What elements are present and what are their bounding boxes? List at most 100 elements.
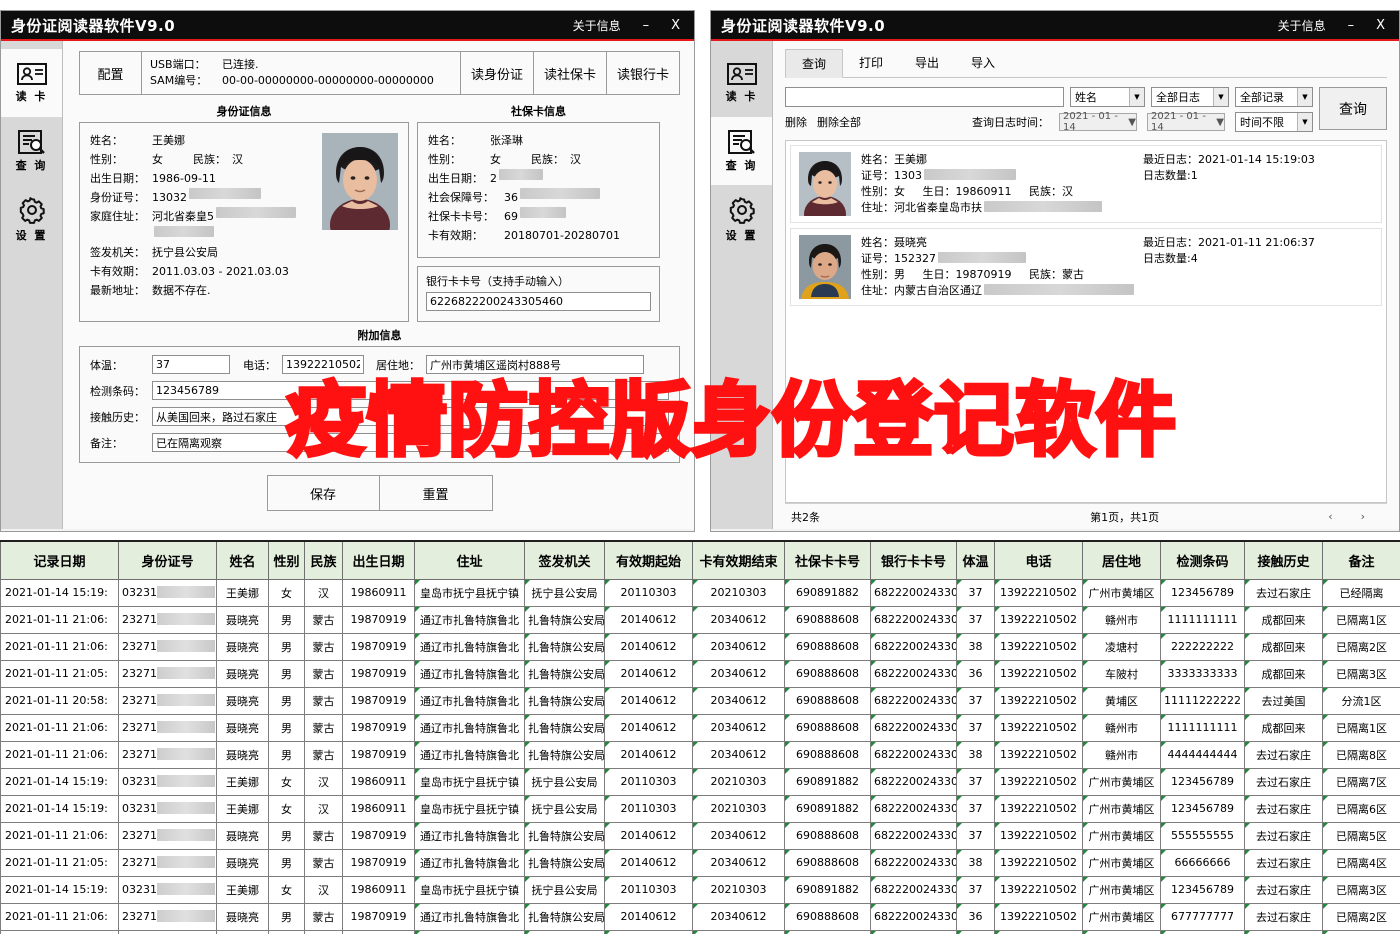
sidebar-item-settings[interactable]: 设 置 (711, 185, 772, 253)
table-header-17[interactable]: 备注 (1323, 541, 1400, 579)
record-filter-combo[interactable]: 全部记录 ▼ (1235, 87, 1313, 107)
table-row[interactable]: 2021-01-11 21:06:23271聂晓亮男蒙古19870919通辽市扎… (1, 606, 1400, 633)
log-filter-combo[interactable]: 全部日志 ▼ (1151, 87, 1229, 107)
id-birth-label: 出生日期： (90, 169, 152, 188)
usb-port-value: 已连接. (222, 57, 259, 73)
table-cell: 聂晓亮 (217, 714, 269, 741)
table-row[interactable]: 2021-01-14 15:19:03231王美娜女汉19860911皇岛市抚宁… (1, 876, 1400, 903)
list-item[interactable]: 姓名：聂晓亮 证号：152327 性别：男 生日：19870919 民族：蒙古 … (790, 228, 1382, 306)
record-list[interactable]: 姓名：王美娜 证号：1303 性别：女 生日：19860911 民族：汉 住址：… (785, 140, 1387, 503)
sidebar-item-read-card[interactable]: 读 卡 (711, 49, 772, 117)
table-row[interactable]: 2021-01-11 21:06:23271聂晓亮男蒙古19870919通辽市扎… (1, 741, 1400, 768)
bank-card-input[interactable] (426, 292, 651, 311)
table-header-15[interactable]: 检测条码 (1161, 541, 1245, 579)
date-to-input[interactable]: 2021 - 01 - 14 ▼ (1147, 113, 1225, 131)
next-page-button[interactable]: › (1361, 510, 1365, 523)
table-row[interactable]: 2021-01-11 21:06:23271聂晓亮男蒙古19870919通辽市扎… (1, 633, 1400, 660)
table-cell: 690891882 (785, 768, 871, 795)
table-row[interactable]: 2021-01-11 21:05:23271聂晓亮男蒙古19870919通辽市扎… (1, 849, 1400, 876)
table-row[interactable]: 2021-01-14 15:19:03231王美娜女汉19860911皇岛市抚宁… (1, 768, 1400, 795)
tab-query[interactable]: 查询 (785, 49, 843, 78)
read-bank-card-button[interactable]: 读银行卡 (606, 52, 679, 94)
table-cell: 2021-01-11 21:06: (1, 714, 119, 741)
table-cell: 2021-01-11 21:05: (1, 930, 119, 934)
close-button[interactable]: X (671, 18, 680, 33)
date-from-input[interactable]: 2021 - 01 - 14 ▼ (1059, 113, 1137, 131)
table-row[interactable]: 2021-01-11 21:05:23271聂晓亮男蒙古19870919通辽市扎… (1, 660, 1400, 687)
table-header-0[interactable]: 记录日期 (1, 541, 119, 579)
rec-sex-value: 男 (894, 268, 905, 281)
table-cell: 37 (957, 606, 995, 633)
about-button[interactable]: 关于信息 (573, 17, 621, 34)
table-row[interactable]: 2021-01-11 21:06:23271聂晓亮男蒙古19870919通辽市扎… (1, 822, 1400, 849)
table-row[interactable]: 2021-01-11 21:06:23271聂晓亮男蒙古19870919通辽市扎… (1, 903, 1400, 930)
phone-input[interactable] (282, 355, 364, 374)
table-cell: 20140612 (605, 687, 693, 714)
window-title: 身份证阅读器软件V9.0 (721, 15, 885, 36)
query-button[interactable]: 查询 (1319, 87, 1387, 130)
table-row[interactable]: 2021-01-11 21:05:23271聂晓亮男蒙古19870919通辽市扎… (1, 930, 1400, 934)
table-header-4[interactable]: 民族 (305, 541, 343, 579)
table-row[interactable]: 2021-01-11 21:06:23271聂晓亮男蒙古19870919通辽市扎… (1, 714, 1400, 741)
table-cell: 690891882 (785, 876, 871, 903)
sidebar-item-query[interactable]: 查 询 (1, 117, 62, 185)
table-row[interactable]: 2021-01-14 15:19:03231王美娜女汉19860911皇岛市抚宁… (1, 579, 1400, 606)
table-cell: 男 (269, 822, 305, 849)
table-row[interactable]: 2021-01-11 20:58:23271聂晓亮男蒙古19870919通辽市扎… (1, 687, 1400, 714)
read-social-card-button[interactable]: 读社保卡 (533, 52, 606, 94)
close-button[interactable]: X (1376, 18, 1385, 33)
table-header-7[interactable]: 签发机关 (525, 541, 605, 579)
tab-print[interactable]: 打印 (843, 49, 899, 77)
id-sex-label: 性别： (90, 150, 152, 169)
sb-birth-value: 2 (490, 169, 497, 188)
table-header-14[interactable]: 居住地 (1083, 541, 1161, 579)
tab-import[interactable]: 导入 (955, 49, 1011, 77)
table-cell: 20340612 (693, 606, 785, 633)
config-button[interactable]: 配置 (80, 52, 142, 94)
table-cell: 蒙古 (305, 741, 343, 768)
read-id-card-button[interactable]: 读身份证 (460, 52, 533, 94)
table-header-10[interactable]: 社保卡卡号 (785, 541, 871, 579)
search-input[interactable] (785, 87, 1064, 107)
table-cell: 通辽市扎鲁特旗鲁北 (415, 930, 525, 934)
sidebar-item-settings[interactable]: 设 置 (1, 185, 62, 253)
about-button[interactable]: 关于信息 (1278, 17, 1326, 34)
time-range-combo[interactable]: 时间不限 ▼ (1235, 112, 1313, 132)
residence-input[interactable] (426, 355, 644, 374)
tab-export[interactable]: 导出 (899, 49, 955, 77)
table-header-6[interactable]: 住址 (415, 541, 525, 579)
list-item[interactable]: 姓名：王美娜 证号：1303 性别：女 生日：19860911 民族：汉 住址：… (790, 145, 1382, 223)
sidebar-item-read-card[interactable]: 读 卡 (1, 49, 62, 117)
table-cell: 皇岛市抚宁县抚宁镇 (415, 795, 525, 822)
temperature-input[interactable] (152, 355, 230, 374)
table-header-2[interactable]: 姓名 (217, 541, 269, 579)
table-header-1[interactable]: 身份证号 (119, 541, 217, 579)
minimize-button[interactable]: – (1348, 18, 1355, 33)
table-row[interactable]: 2021-01-14 15:19:03231王美娜女汉19860911皇岛市抚宁… (1, 795, 1400, 822)
prev-page-button[interactable]: ‹ (1328, 510, 1332, 523)
table-header-5[interactable]: 出生日期 (343, 541, 415, 579)
table-header-3[interactable]: 性别 (269, 541, 305, 579)
save-button[interactable]: 保存 (267, 475, 380, 511)
table-header-9[interactable]: 卡有效期结束 (693, 541, 785, 579)
records-table-wrapper[interactable]: 记录日期身份证号姓名性别民族出生日期住址签发机关有效期起始卡有效期结束社保卡卡号… (0, 540, 1400, 934)
table-cell: 皇岛市抚宁县抚宁镇 (415, 876, 525, 903)
table-header-16[interactable]: 接触历史 (1245, 541, 1323, 579)
reset-button[interactable]: 重置 (380, 475, 493, 511)
search-field-combo[interactable]: 姓名 ▼ (1070, 87, 1145, 107)
minimize-button[interactable]: – (643, 18, 650, 33)
remark-input[interactable] (152, 433, 669, 452)
barcode-input[interactable] (152, 381, 669, 400)
contact-history-input[interactable] (152, 407, 669, 426)
delete-all-button[interactable]: 删除全部 (817, 114, 861, 130)
delete-button[interactable]: 删除 (785, 114, 807, 130)
sidebar-item-query[interactable]: 查 询 (711, 117, 772, 185)
table-header-8[interactable]: 有效期起始 (605, 541, 693, 579)
table-header-11[interactable]: 银行卡卡号 (871, 541, 957, 579)
table-header-12[interactable]: 体温 (957, 541, 995, 579)
table-cell: 23271 (119, 714, 217, 741)
table-cell: 男 (269, 660, 305, 687)
table-header-13[interactable]: 电话 (995, 541, 1083, 579)
table-cell: 蒙古 (305, 930, 343, 934)
table-cell: 19860911 (343, 876, 415, 903)
